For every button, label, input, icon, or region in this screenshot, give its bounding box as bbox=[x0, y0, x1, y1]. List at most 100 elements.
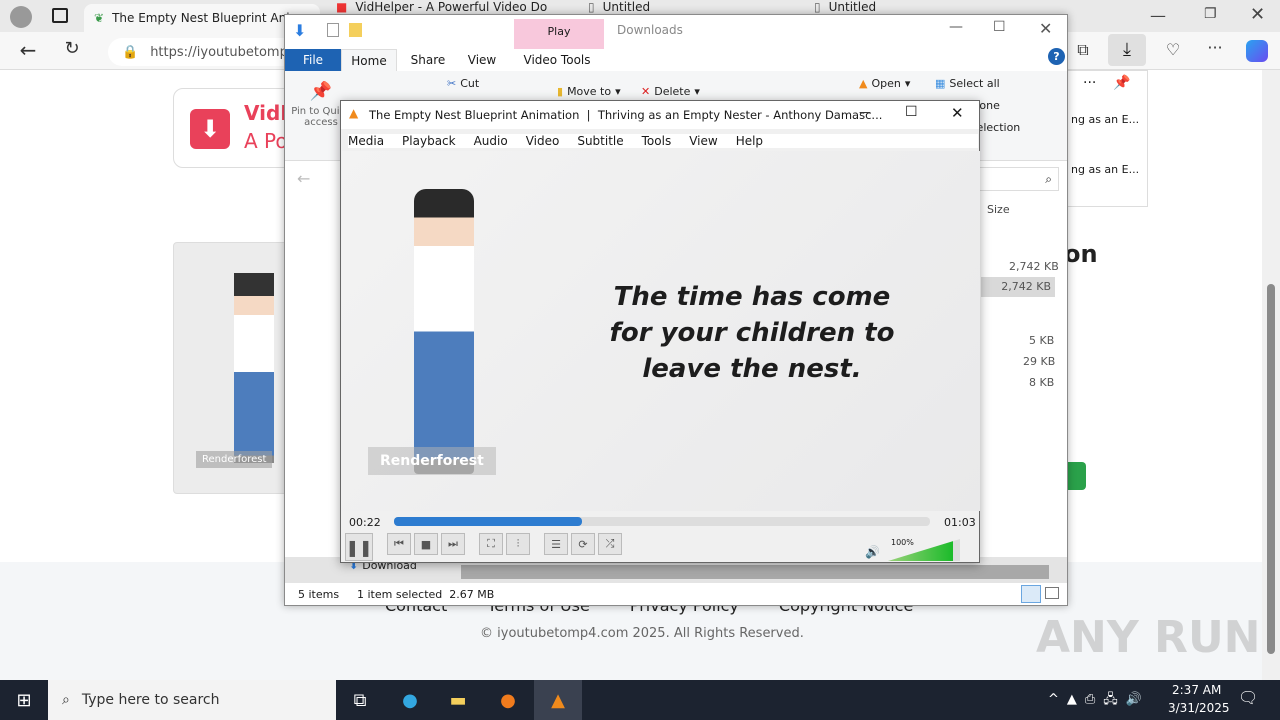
seek-bar[interactable] bbox=[394, 517, 930, 526]
tab-actions-icon[interactable] bbox=[52, 8, 68, 23]
maximize-button[interactable]: ☐ bbox=[905, 104, 918, 120]
close-button[interactable]: ✕ bbox=[1039, 19, 1052, 38]
help-icon[interactable]: ? bbox=[1048, 48, 1065, 65]
stop-button[interactable]: ■ bbox=[414, 533, 438, 555]
back-icon[interactable]: ← bbox=[13, 38, 43, 62]
delete-x-icon: ✕ bbox=[641, 85, 651, 98]
cut-button[interactable]: ✂ Cut bbox=[447, 77, 479, 90]
more-options-icon[interactable]: ··· bbox=[1083, 75, 1096, 91]
menu-media[interactable]: Media bbox=[348, 134, 384, 148]
properties-icon[interactable] bbox=[327, 23, 339, 37]
video-area[interactable]: Renderforest The time has come for your … bbox=[342, 151, 980, 511]
new-folder-icon[interactable] bbox=[349, 23, 362, 37]
search-icon: ⌕ bbox=[62, 692, 70, 708]
more-menu-icon[interactable]: ··· bbox=[1200, 38, 1230, 57]
window-title: Downloads bbox=[617, 23, 683, 37]
tab-video-tools[interactable]: Video Tools bbox=[517, 49, 597, 71]
tab-view[interactable]: View bbox=[457, 49, 507, 71]
download-item[interactable]: ng as an E... bbox=[1071, 163, 1139, 176]
delete-button[interactable]: ✕ Delete ▾ bbox=[641, 85, 700, 98]
file-size: 5 KB bbox=[1029, 334, 1055, 347]
large-icons-view-button[interactable] bbox=[1045, 587, 1059, 599]
menu-help[interactable]: Help bbox=[736, 134, 763, 148]
speaker-icon[interactable]: 🔊 bbox=[865, 545, 880, 559]
clock-date[interactable]: 3/31/2025 bbox=[1168, 701, 1230, 715]
open-button[interactable]: ▲ Open ▾ bbox=[859, 77, 910, 90]
file-size-selected[interactable]: 2,742 KB bbox=[981, 277, 1055, 297]
task-view-icon[interactable]: ⧉ bbox=[336, 680, 384, 720]
collections-icon[interactable]: ⧉ bbox=[1068, 40, 1098, 60]
tab-page-icon: ▯ bbox=[588, 0, 595, 14]
titlebar: ▲ The Empty Nest Blueprint Animation | T… bbox=[341, 101, 979, 129]
browser-essentials-icon[interactable]: ♡ bbox=[1158, 40, 1188, 59]
section-heading: on bbox=[1064, 240, 1098, 268]
person-figure bbox=[234, 273, 274, 463]
file-explorer-icon[interactable]: ▬ bbox=[434, 680, 482, 720]
menu-tools[interactable]: Tools bbox=[642, 134, 672, 148]
lock-icon: 🔒 bbox=[122, 44, 139, 60]
close-button[interactable]: ✕ bbox=[951, 104, 964, 122]
tab-untitled-2[interactable]: ▯ Untitled bbox=[804, 0, 1034, 14]
tab-vidhelper[interactable]: ■ VidHelper - A Powerful Video Do bbox=[326, 0, 576, 14]
edge-icon[interactable]: ● bbox=[386, 680, 434, 720]
previous-button[interactable]: ⏮ bbox=[387, 533, 411, 555]
shuffle-button[interactable]: ⤮ bbox=[598, 533, 622, 555]
window-minimize-button[interactable]: — bbox=[1150, 6, 1166, 25]
video-watermark: Renderforest bbox=[368, 447, 496, 475]
downloads-button[interactable]: ⤓ bbox=[1108, 34, 1146, 66]
menu-playback[interactable]: Playback bbox=[402, 134, 456, 148]
details-view-button[interactable] bbox=[1021, 585, 1041, 603]
menu-audio[interactable]: Audio bbox=[474, 134, 508, 148]
minimize-button[interactable]: — bbox=[949, 19, 963, 35]
horizontal-scrollbar[interactable] bbox=[461, 565, 1049, 579]
page-scrollbar[interactable] bbox=[1262, 70, 1280, 680]
notifications-icon[interactable]: 🗨 bbox=[1238, 688, 1258, 707]
anyrun-watermark: ANY RUN bbox=[1036, 612, 1261, 663]
window-restore-button[interactable]: ❐ bbox=[1204, 6, 1217, 22]
vlc-window: ▲ The Empty Nest Blueprint Animation | T… bbox=[340, 100, 980, 563]
pause-button[interactable]: ❚❚ bbox=[345, 533, 373, 561]
pin-icon: 📌 bbox=[309, 81, 333, 102]
tab-home[interactable]: Home bbox=[341, 49, 397, 71]
tray-icons[interactable]: ^▲⎙🖧🔊 bbox=[1048, 690, 1150, 712]
playlist-button[interactable]: ☰ bbox=[544, 533, 568, 555]
download-item[interactable]: ng as an E... bbox=[1071, 113, 1139, 126]
firefox-icon[interactable]: ● bbox=[484, 680, 532, 720]
menu-video[interactable]: Video bbox=[526, 134, 560, 148]
maximize-button[interactable]: ☐ bbox=[993, 19, 1006, 35]
clock-time[interactable]: 2:37 AM bbox=[1172, 683, 1221, 697]
move-to-button[interactable]: ▮ Move to ▾ bbox=[557, 85, 621, 98]
quick-access-download-icon: ⬇ bbox=[293, 21, 307, 40]
tab-favicon-icon: ❦ bbox=[94, 11, 105, 25]
fullscreen-button[interactable]: ⛶ bbox=[479, 533, 503, 555]
vidhelper-logo-icon: ⬇ bbox=[190, 109, 230, 149]
tab-file[interactable]: File bbox=[285, 49, 341, 71]
taskbar-search[interactable]: ⌕ Type here to search bbox=[48, 680, 336, 720]
menu-bar: Media Playback Audio Video Subtitle Tools View… bbox=[348, 134, 978, 148]
copilot-icon[interactable] bbox=[1246, 40, 1268, 62]
profile-icon[interactable] bbox=[10, 6, 32, 28]
status-item-count: 5 items bbox=[298, 588, 340, 601]
vlc-taskbar-icon[interactable]: ▲ bbox=[534, 680, 582, 720]
loop-button[interactable]: ⟳ bbox=[571, 533, 595, 555]
tab-share[interactable]: Share bbox=[403, 49, 453, 71]
extended-settings-button[interactable]: ⫶ bbox=[506, 533, 530, 555]
start-button[interactable]: ⊞ bbox=[0, 680, 48, 720]
select-all-button[interactable]: ▦ Select all bbox=[935, 77, 1000, 90]
back-arrow-icon[interactable]: ← bbox=[297, 169, 310, 188]
menu-view[interactable]: View bbox=[689, 134, 717, 148]
scroll-thumb[interactable] bbox=[1267, 284, 1275, 654]
minimize-button[interactable]: — bbox=[859, 105, 871, 119]
column-header-size[interactable]: Size bbox=[987, 203, 1010, 216]
tab-untitled-1[interactable]: ▯ Untitled bbox=[578, 0, 798, 14]
context-tab-play: Play bbox=[514, 19, 604, 49]
next-button[interactable]: ⏭ bbox=[441, 533, 465, 555]
window-close-button[interactable]: ✕ bbox=[1250, 4, 1265, 25]
vlc-cone-icon: ▲ bbox=[349, 106, 359, 120]
tab-page-icon: ▯ bbox=[814, 0, 821, 14]
file-size: 2,742 KB bbox=[1009, 260, 1059, 273]
menu-subtitle[interactable]: Subtitle bbox=[577, 134, 623, 148]
refresh-icon[interactable]: ↻ bbox=[57, 38, 87, 59]
search-box[interactable]: ⌕ bbox=[975, 167, 1059, 191]
pin-icon[interactable]: 📌 bbox=[1113, 75, 1130, 91]
